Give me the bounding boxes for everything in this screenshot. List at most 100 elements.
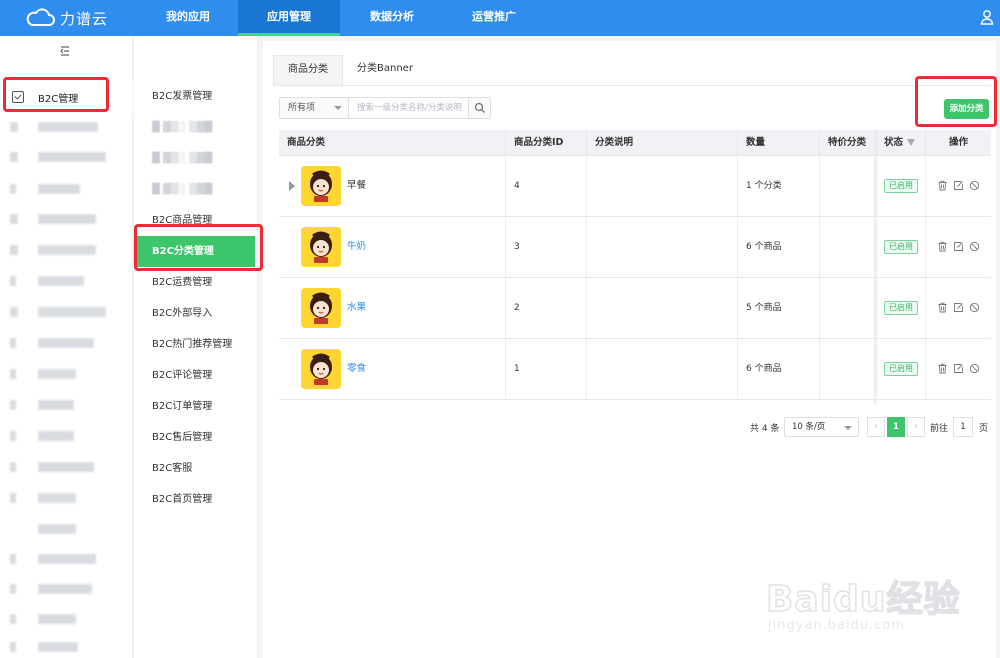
cloud-icon [26, 8, 55, 26]
row-actions [937, 302, 980, 313]
content-panel: 商品分类 分类Banner 所有项 添加分类 商品分类 商品分类ID 分类说明 … [263, 41, 996, 658]
cell-status: 已启用 [875, 217, 925, 277]
submenu-orders[interactable]: B2C订单管理 [134, 391, 258, 422]
watermark-sub: jingyan.baidu.com [768, 618, 905, 633]
submenu-redacted-item[interactable]: █ ▓▒░ ▒▓█ [134, 143, 258, 174]
col-header-status-label: 状态 [884, 137, 904, 148]
table-row: 早餐 4 1 个分类 已启用 [279, 156, 991, 217]
status-badge: 已启用 [884, 300, 918, 315]
table-body: 早餐 4 1 个分类 已启用 牛奶 3 6 个商品 已启用 水果 2 5 个商品 已启用 零食 1 6 个商… [279, 156, 991, 400]
brand-logo[interactable]: 力谱云 [24, 6, 144, 30]
collapse-menu-icon[interactable] [58, 44, 72, 58]
category-name[interactable]: 水果 [347, 278, 366, 338]
cell-category: 零食 [279, 339, 505, 399]
edit-icon[interactable] [953, 363, 964, 374]
category-name[interactable]: 零食 [347, 339, 366, 399]
edit-icon[interactable] [953, 180, 964, 191]
cell-special [819, 278, 874, 338]
goto-label: 前往 [930, 424, 949, 434]
brand-name: 力谱云 [60, 9, 109, 28]
cell-actions [925, 339, 991, 399]
pagination: 共 4 条 10 条/页 ‹ 1 › 前往 1 页 [263, 417, 996, 437]
cell-id: 3 [505, 217, 586, 277]
delete-icon[interactable] [937, 302, 948, 313]
tab-category-banner[interactable]: 分类Banner [343, 55, 427, 85]
b2c-submenu: B2C发票管理 █ ▓▒░ ▒▓█ █ ▓▒░ ▒▓█ █ ▓▒░ ▒▓█ B2… [134, 36, 258, 658]
tab-divider [273, 85, 991, 86]
chevron-down-icon [334, 106, 342, 110]
submenu-homepage[interactable]: B2C首页管理 [134, 484, 258, 515]
status-badge: 已启用 [884, 178, 918, 193]
cell-description [586, 217, 737, 277]
cell-status: 已启用 [875, 339, 925, 399]
delete-icon[interactable] [937, 363, 948, 374]
submenu-customer-service[interactable]: B2C客服 [134, 453, 258, 484]
baidu-watermark: Baidu经验 jingyan.baidu.com [765, 570, 976, 642]
submenu-external-import[interactable]: B2C外部导入 [134, 298, 258, 329]
search-button[interactable] [468, 98, 490, 118]
cell-id: 4 [505, 156, 586, 216]
status-badge: 已启用 [884, 239, 918, 254]
top-navbar: 力谱云 我的应用 应用管理 数据分析 运营推广 [0, 0, 1000, 36]
disable-icon[interactable] [969, 180, 980, 191]
category-name[interactable]: 牛奶 [347, 217, 366, 277]
table-row: 零食 1 6 个商品 已启用 [279, 339, 991, 400]
cell-count: 6 个商品 [737, 217, 819, 277]
total-count: 共 4 条 [750, 424, 780, 434]
search-input[interactable] [349, 98, 468, 118]
search-icon [474, 102, 485, 113]
submenu-redacted-item[interactable]: █ ▓▒░ ▒▓█ [134, 174, 258, 205]
cell-special [819, 217, 874, 277]
tab-product-category[interactable]: 商品分类 [273, 55, 343, 85]
cell-count: 1 个分类 [737, 156, 819, 216]
delete-icon[interactable] [937, 241, 948, 252]
col-header-id: 商品分类ID [505, 130, 586, 156]
nav-my-apps[interactable]: 我的应用 [140, 0, 236, 36]
goto-page-input[interactable]: 1 [953, 417, 973, 437]
submenu-reviews[interactable]: B2C评论管理 [134, 360, 258, 391]
cell-status: 已启用 [875, 278, 925, 338]
edit-icon[interactable] [953, 302, 964, 313]
next-page-button[interactable]: › [907, 417, 925, 437]
disable-icon[interactable] [969, 302, 980, 313]
row-actions [937, 180, 980, 191]
delete-icon[interactable] [937, 180, 948, 191]
nav-operations-promotion[interactable]: 运营推广 [446, 0, 542, 36]
nav-app-management[interactable]: 应用管理 [238, 0, 340, 36]
col-header-status[interactable]: 状态 [875, 130, 925, 156]
cell-description [586, 339, 737, 399]
col-header-description: 分类说明 [586, 130, 737, 156]
scope-select[interactable]: 所有项 [280, 98, 349, 118]
mascot-icon [301, 227, 341, 267]
disable-icon[interactable] [969, 241, 980, 252]
mascot-icon [301, 166, 341, 206]
category-image [301, 288, 341, 328]
cell-count: 6 个商品 [737, 339, 819, 399]
prev-page-button[interactable]: ‹ [867, 417, 885, 437]
page-number-current[interactable]: 1 [887, 417, 905, 437]
search-bar: 所有项 [279, 97, 491, 119]
expand-arrow-icon[interactable] [289, 181, 295, 191]
submenu-freight[interactable]: B2C运费管理 [134, 267, 258, 298]
col-header-special: 特价分类 [819, 130, 874, 156]
table-row: 水果 2 5 个商品 已启用 [279, 278, 991, 339]
mascot-icon [301, 349, 341, 389]
mascot-icon [301, 288, 341, 328]
highlight-box-category [134, 224, 263, 271]
cell-category: 牛奶 [279, 217, 505, 277]
nav-data-analysis[interactable]: 数据分析 [344, 0, 440, 36]
user-icon[interactable] [980, 9, 994, 25]
submenu-after-sales[interactable]: B2C售后管理 [134, 422, 258, 453]
filter-icon[interactable] [907, 139, 916, 146]
disable-icon[interactable] [969, 363, 980, 374]
edit-icon[interactable] [953, 241, 964, 252]
cell-actions [925, 217, 991, 277]
highlight-box-add [915, 76, 997, 127]
page-size-select[interactable]: 10 条/页 [784, 417, 859, 437]
submenu-hot-recommend[interactable]: B2C热门推荐管理 [134, 329, 258, 360]
table-row: 牛奶 3 6 个商品 已启用 [279, 217, 991, 278]
submenu-invoice[interactable]: B2C发票管理 [134, 81, 258, 112]
watermark-main: Baidu经验 [765, 578, 961, 621]
cell-category: 水果 [279, 278, 505, 338]
submenu-redacted-item[interactable]: █ ▓▒░ ▒▓█ [134, 112, 258, 143]
